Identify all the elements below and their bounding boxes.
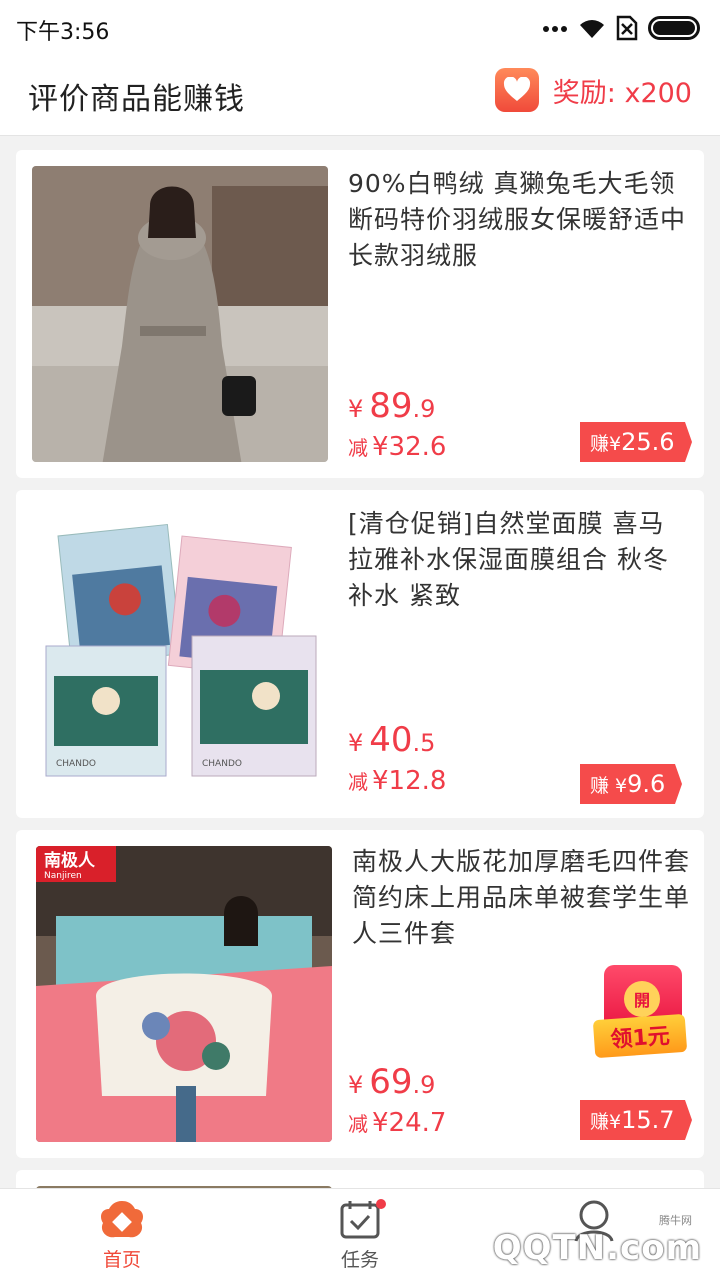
product-price: ¥ 69 .9 [348,1062,435,1102]
earn-value: 15.7 [621,1106,675,1134]
watermark-logo: 腾牛网 QQTN.com [492,1198,712,1278]
wifi-icon [580,20,604,38]
price-decimal: .9 [412,1071,436,1099]
red-packet-coin: 開 [624,981,660,1017]
brand-logo-text: 南极人 [44,850,96,871]
price-decimal: .5 [412,729,436,757]
page-title: 评价商品能赚钱 [28,82,245,117]
status-icons [542,14,700,42]
earn-badge[interactable]: 赚 ¥ 9.6 [580,764,683,804]
discount-value: ¥32.6 [372,432,447,462]
battery-icon [648,16,700,40]
earn-value: 25.6 [621,428,675,456]
heart-icon [494,68,539,112]
price-integer: 89 [369,386,413,426]
discount-value: ¥12.8 [372,766,447,796]
product-card[interactable]: CHANDO CHANDO [清仓促销]自然堂面膜 喜马拉雅补水保湿面膜组合 秋… [16,490,704,818]
product-image: 南极人 Nanjiren [36,846,332,1142]
currency-symbol: ¥ [348,729,364,757]
tab-tasks-label: 任务 [340,1249,379,1271]
tab-tasks[interactable]: 任务 [300,1199,420,1272]
discount-label: 减 [348,436,368,460]
status-time: 下午3:56 [16,20,110,45]
header: 评价商品能赚钱 奖励: x200 [0,56,720,136]
discount-label: 减 [348,1112,368,1136]
home-icon [101,1201,143,1238]
status-bar: 下午3:56 [0,0,720,56]
product-discount: 减 ¥24.7 [348,1108,446,1138]
red-packet-label: 领1元 [592,1013,688,1059]
product-title: 90%白鸭绒 真獭兔毛大毛领断码特价羽绒服女保暖舒适中长款羽绒服 [348,169,687,270]
earn-label: 赚¥ [590,1110,622,1133]
product-card[interactable]: 90%白鸭绒 真獭兔毛大毛领断码特价羽绒服女保暖舒适中长款羽绒服 ¥ 89 .9… [16,150,704,478]
price-integer: 40 [369,720,413,760]
notification-dot [376,1199,386,1209]
tab-bar: 首页 任务 腾牛网 QQTN.com [0,1188,720,1280]
discount-label: 减 [348,770,368,794]
discount-value: ¥24.7 [372,1108,447,1138]
tab-home[interactable]: 首页 [62,1199,182,1272]
earn-label: 赚¥ [590,432,622,455]
currency-symbol: ¥ [348,1071,364,1099]
product-price: ¥ 89 .9 [348,386,435,426]
reward-counter[interactable]: 奖励: x200 [494,66,692,114]
watermark-text: QQTN.com [492,1228,702,1268]
signal-dots-icon [543,26,567,32]
price-decimal: .9 [412,395,436,423]
price-integer: 69 [369,1062,413,1102]
reward-label: 奖励: x200 [552,77,692,109]
product-card[interactable]: 南极人 Nanjiren 南极人大版花加厚磨毛四件套简约床上用品床单被套学生单人… [16,830,704,1158]
tab-home-label: 首页 [102,1249,141,1271]
product-title: [清仓促销]自然堂面膜 喜马拉雅补水保湿面膜组合 秋冬补水 紧致 [348,509,669,610]
earn-label: 赚 ¥ [590,774,628,797]
chando-label-1: CHANDO [56,759,96,769]
product-discount: 减 ¥32.6 [348,432,446,462]
no-sim-icon [616,15,638,41]
earn-value: 9.6 [627,770,666,798]
earn-badge[interactable]: 赚¥ 15.7 [580,1100,692,1140]
product-title: 南极人大版花加厚磨毛四件套简约床上用品床单被套学生单人三件套 [352,847,691,948]
product-discount: 减 ¥12.8 [348,766,446,796]
brand-logo-subtext: Nanjiren [44,871,82,881]
product-price: ¥ 40 .5 [348,720,435,760]
red-packet-button[interactable]: 開 领1元 [592,965,688,1061]
currency-symbol: ¥ [348,395,364,423]
product-image [32,166,328,462]
watermark-small-text: 腾牛网 [659,1214,692,1227]
chando-label-2: CHANDO [202,759,242,769]
earn-badge[interactable]: 赚¥ 25.6 [580,422,692,462]
product-image: CHANDO CHANDO [32,506,328,802]
